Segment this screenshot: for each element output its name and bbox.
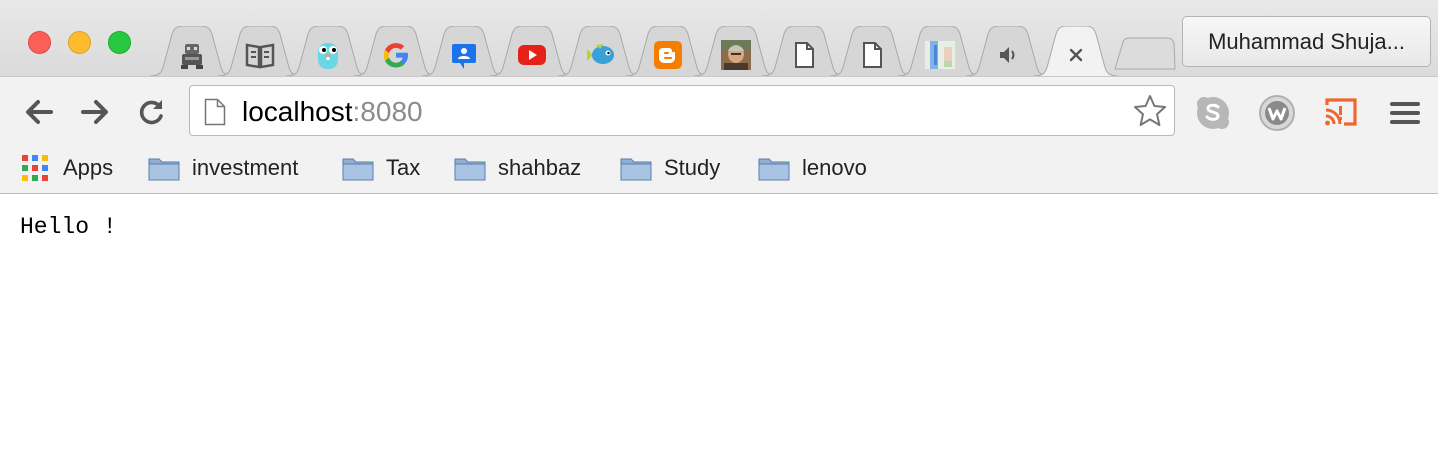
- bookmarks-bar: Apps investment Tax shahbaz Study lenovo: [0, 144, 1438, 194]
- menu-icon: [1390, 102, 1420, 124]
- cast-icon: [1325, 98, 1357, 126]
- bookmark-label: Tax: [386, 155, 421, 180]
- window-close-button[interactable]: [28, 31, 51, 54]
- tab-active[interactable]: [1034, 26, 1118, 76]
- google-g-icon: [380, 39, 412, 71]
- classroom-icon: [448, 39, 480, 71]
- url-port: :8080: [352, 96, 423, 127]
- fish-icon: [584, 39, 616, 71]
- reload-button[interactable]: [131, 93, 171, 131]
- blank-page-icon: [788, 39, 820, 71]
- wikiwand-w-icon: [1259, 95, 1295, 131]
- robot-icon: [176, 39, 208, 71]
- colorful-thumbnail-icon: [924, 39, 956, 71]
- skype-icon: [1197, 97, 1229, 129]
- speaker-icon: [992, 39, 1024, 71]
- back-arrow-icon: [26, 100, 53, 124]
- bookmark-folder-shahbaz[interactable]: shahbaz: [454, 153, 581, 183]
- bookmark-folder-lenovo[interactable]: lenovo: [758, 153, 867, 183]
- url-host: localhost: [242, 96, 353, 127]
- bookmark-label: lenovo: [802, 155, 867, 180]
- folder-icon: [758, 158, 790, 181]
- blank-page-icon: [856, 39, 888, 71]
- folder-icon: [620, 158, 652, 181]
- book-icon: [244, 39, 276, 71]
- portrait-photo-icon: [720, 39, 752, 71]
- back-button[interactable]: [19, 93, 59, 131]
- url-text[interactable]: localhost:8080: [242, 97, 423, 127]
- bookmark-label: investment: [192, 155, 299, 180]
- gopher-icon: [312, 39, 344, 71]
- youtube-icon: [516, 39, 548, 71]
- cast-button[interactable]: [1321, 93, 1361, 133]
- reload-icon: [139, 100, 163, 125]
- folder-icon: [148, 158, 180, 181]
- bookmark-label: Apps: [63, 155, 114, 180]
- address-bar[interactable]: localhost:8080: [189, 85, 1175, 136]
- folder-icon: [342, 158, 374, 181]
- page-icon: [204, 98, 226, 126]
- skype-extension-button[interactable]: [1193, 93, 1233, 133]
- close-icon[interactable]: [1060, 39, 1092, 71]
- new-tab-button[interactable]: [1113, 36, 1177, 70]
- bookmark-folder-tax[interactable]: Tax: [342, 153, 420, 183]
- chrome-menu-button[interactable]: [1385, 93, 1425, 133]
- toolbar: localhost:8080: [0, 76, 1438, 145]
- bookmark-folder-investment[interactable]: investment: [148, 153, 298, 183]
- bookmark-label: shahbaz: [498, 155, 582, 180]
- bookmark-label: Study: [664, 155, 721, 180]
- bookmark-apps[interactable]: Apps: [21, 153, 113, 183]
- window-minimize-button[interactable]: [68, 31, 91, 54]
- page-text: Hello !: [20, 214, 117, 240]
- wikiwand-extension-button[interactable]: [1257, 93, 1297, 133]
- tab-strip: Muhammad Shuja...: [0, 0, 1438, 78]
- forward-arrow-icon: [81, 100, 108, 124]
- folder-icon: [454, 158, 486, 181]
- bookmark-folder-study[interactable]: Study: [620, 153, 720, 183]
- forward-button[interactable]: [75, 93, 115, 131]
- apps-grid-icon: [22, 155, 48, 181]
- bookmark-star-icon[interactable]: [1132, 93, 1168, 129]
- blogger-icon: [652, 39, 684, 71]
- page-content: Hello !: [0, 194, 1438, 454]
- profile-button[interactable]: Muhammad Shuja...: [1182, 16, 1431, 67]
- window-maximize-button[interactable]: [108, 31, 131, 54]
